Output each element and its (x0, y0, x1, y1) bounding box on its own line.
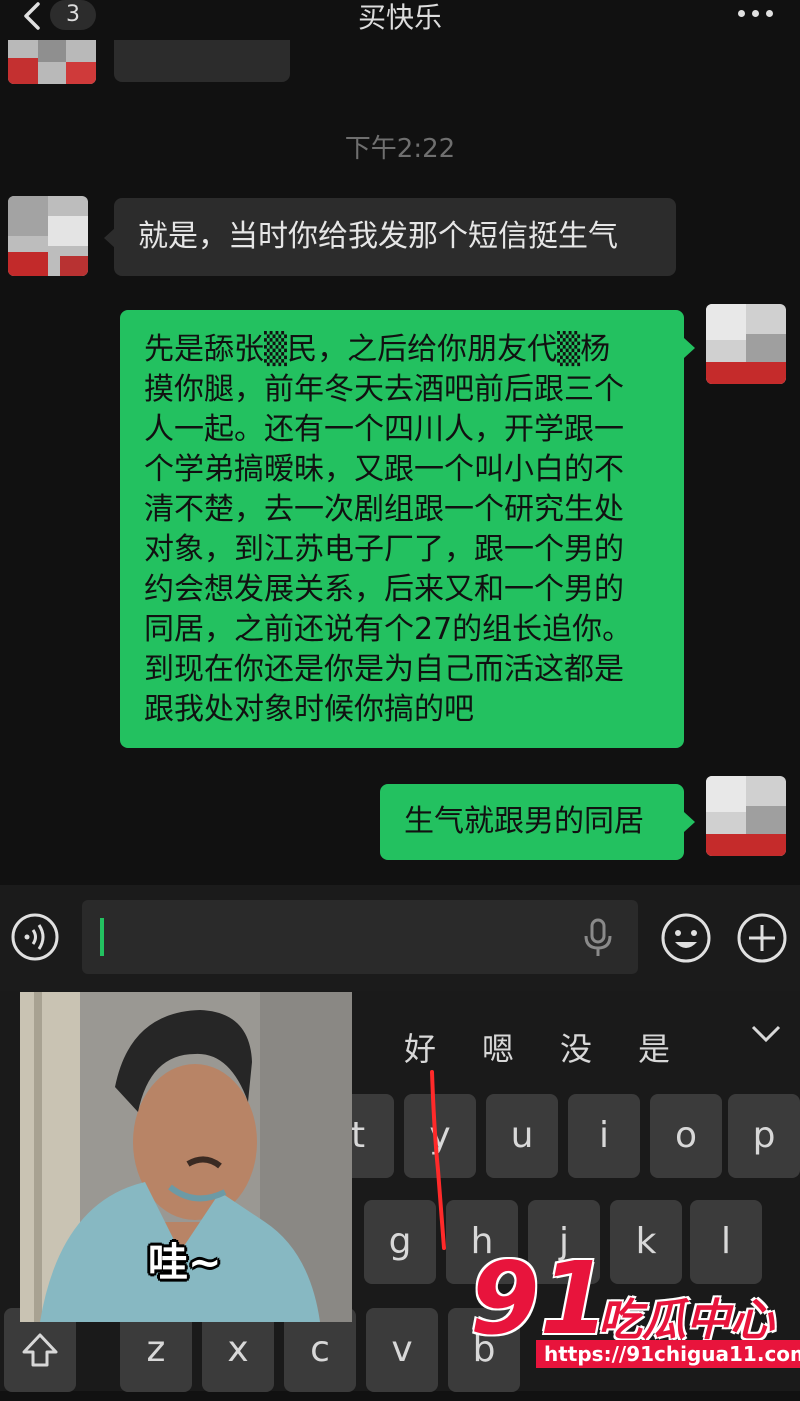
key-p[interactable]: p (728, 1094, 800, 1178)
chat-title: 买快乐 (357, 1, 442, 34)
outgoing-message-bubble[interactable]: 先是舔张▒民，之后给你朋友代▒杨 摸你腿，前年冬天去酒吧前后跟三个 人一起。还有… (120, 310, 684, 748)
key-o[interactable]: o (650, 1094, 722, 1178)
watermark-logo-number: 91 (470, 1240, 610, 1357)
collapse-keyboard-icon[interactable] (750, 1022, 782, 1046)
reaction-sticker-image: 哇~ (20, 992, 352, 1322)
message-line: 对象，到江苏电子厂了，跟一个男的 (144, 532, 624, 567)
site-watermark: 91 吃瓜中心 https://91chigua11.com (470, 1244, 800, 1390)
add-attachment-icon[interactable] (736, 912, 788, 964)
message-line: 跟我处对象时候你搞的吧 (144, 692, 474, 727)
time-divider: 下午2:22 (344, 134, 456, 164)
message-line: 到现在你还是你是为自己而活这都是 (144, 652, 624, 687)
candidate-word[interactable]: 嗯 (482, 1024, 514, 1070)
message-text: 就是，当时你给我发那个短信挺生气 (138, 219, 618, 254)
message-bubble-partial[interactable] (114, 40, 290, 82)
bubble-tail (684, 812, 695, 832)
outgoing-message-bubble[interactable]: 生气就跟男的同居 (380, 784, 684, 860)
message-text: 生气就跟男的同居 (404, 804, 644, 839)
key-v[interactable]: v (366, 1308, 438, 1392)
emoji-icon[interactable] (660, 912, 712, 964)
watermark-brand: 吃瓜中心 (598, 1295, 774, 1346)
candidate-word[interactable]: 是 (638, 1024, 670, 1070)
message-line: 个学弟搞暧昧，又跟一个叫小白的不 (144, 452, 624, 487)
key-u[interactable]: u (486, 1094, 558, 1178)
my-avatar[interactable] (706, 304, 786, 384)
incoming-message-bubble[interactable]: 就是，当时你给我发那个短信挺生气 (114, 198, 676, 276)
key-i[interactable]: i (568, 1094, 640, 1178)
unread-count-badge[interactable]: 3 (50, 0, 96, 30)
back-arrow-icon[interactable] (12, 2, 48, 32)
message-text: 先是舔张▒民，之后给你朋友代▒杨 摸你腿，前年冬天去酒吧前后跟三个 人一起。还有… (144, 330, 672, 730)
contact-avatar[interactable] (8, 40, 96, 84)
candidate-word[interactable]: 好 (404, 1024, 436, 1070)
contact-avatar[interactable] (8, 196, 88, 276)
red-scribble-mark (420, 1070, 460, 1250)
more-options-icon[interactable] (738, 10, 774, 18)
message-line: 摸你腿，前年冬天去酒吧前后跟三个 (144, 372, 624, 407)
bubble-tail (684, 338, 695, 358)
message-line: 约会想发展关系，后来又和一个男的 (144, 572, 624, 607)
message-line: 清不楚，去一次剧组跟一个研究生处 (144, 492, 624, 527)
voice-toggle-icon[interactable] (10, 912, 60, 962)
microphone-icon[interactable] (580, 918, 616, 958)
message-input[interactable] (82, 900, 638, 974)
watermark-url: https://91chigua11.com (536, 1340, 800, 1368)
message-line: 同居，之前还说有个27的组长追你。 (144, 612, 633, 647)
my-avatar[interactable] (706, 776, 786, 856)
sticker-caption: 哇~ (148, 1240, 222, 1286)
text-cursor (100, 918, 104, 956)
message-line: 人一起。还有一个四川人，开学跟一 (144, 412, 624, 447)
candidate-word[interactable]: 没 (560, 1024, 592, 1070)
message-line: 先是舔张▒民，之后给你朋友代▒杨 (144, 332, 611, 367)
